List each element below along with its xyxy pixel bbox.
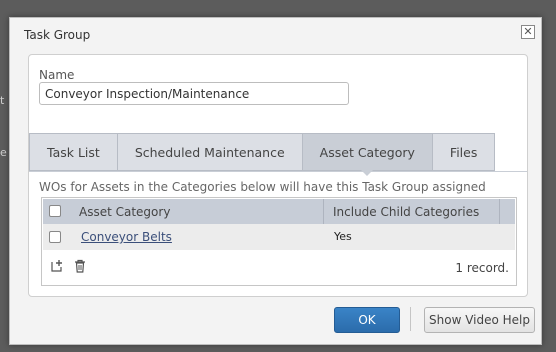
show-video-help-button[interactable]: Show Video Help	[424, 307, 535, 333]
button-divider	[410, 307, 411, 331]
grid-footer: 1 record.	[43, 250, 515, 284]
close-icon[interactable]: ✕	[521, 25, 535, 39]
tab-task-list[interactable]: Task List	[29, 133, 118, 171]
include-child-value: Yes	[334, 230, 352, 243]
asset-category-grid: Asset Category Include Child Categories …	[41, 197, 517, 286]
asset-category-link[interactable]: Conveyor Belts	[81, 230, 172, 244]
column-header-asset-category[interactable]: Asset Category	[79, 205, 170, 219]
table-row[interactable]: Conveyor Belts Yes	[43, 224, 515, 250]
ok-button[interactable]: OK	[334, 307, 400, 333]
dialog-title: Task Group	[24, 28, 91, 42]
add-record-icon[interactable]	[50, 259, 64, 273]
grid-header: Asset Category Include Child Categories	[43, 199, 515, 224]
name-label: Name	[39, 68, 75, 82]
name-input[interactable]	[39, 82, 349, 105]
column-header-include-child[interactable]: Include Child Categories	[333, 205, 479, 219]
select-all-checkbox[interactable]	[49, 205, 61, 217]
task-group-dialog: Task Group ✕ Name Task List Scheduled Ma…	[9, 17, 542, 345]
column-divider	[323, 199, 324, 224]
content-panel: Name Task List Scheduled Maintenance Ass…	[28, 54, 528, 297]
delete-icon[interactable]	[73, 259, 87, 273]
row-checkbox[interactable]	[49, 231, 61, 243]
tab-scheduled-maintenance[interactable]: Scheduled Maintenance	[117, 133, 303, 171]
record-count: 1 record.	[455, 261, 509, 275]
column-divider	[499, 199, 500, 224]
tab-files[interactable]: Files	[432, 133, 496, 171]
tab-asset-category[interactable]: Asset Category	[302, 133, 433, 176]
tab-bar: Task List Scheduled Maintenance Asset Ca…	[29, 133, 496, 176]
asset-category-tab-content: WOs for Assets in the Categories below w…	[29, 171, 527, 297]
tab-description: WOs for Assets in the Categories below w…	[39, 180, 486, 194]
background-text-fragment: t	[0, 94, 5, 107]
background-text-fragment: e	[0, 146, 7, 159]
